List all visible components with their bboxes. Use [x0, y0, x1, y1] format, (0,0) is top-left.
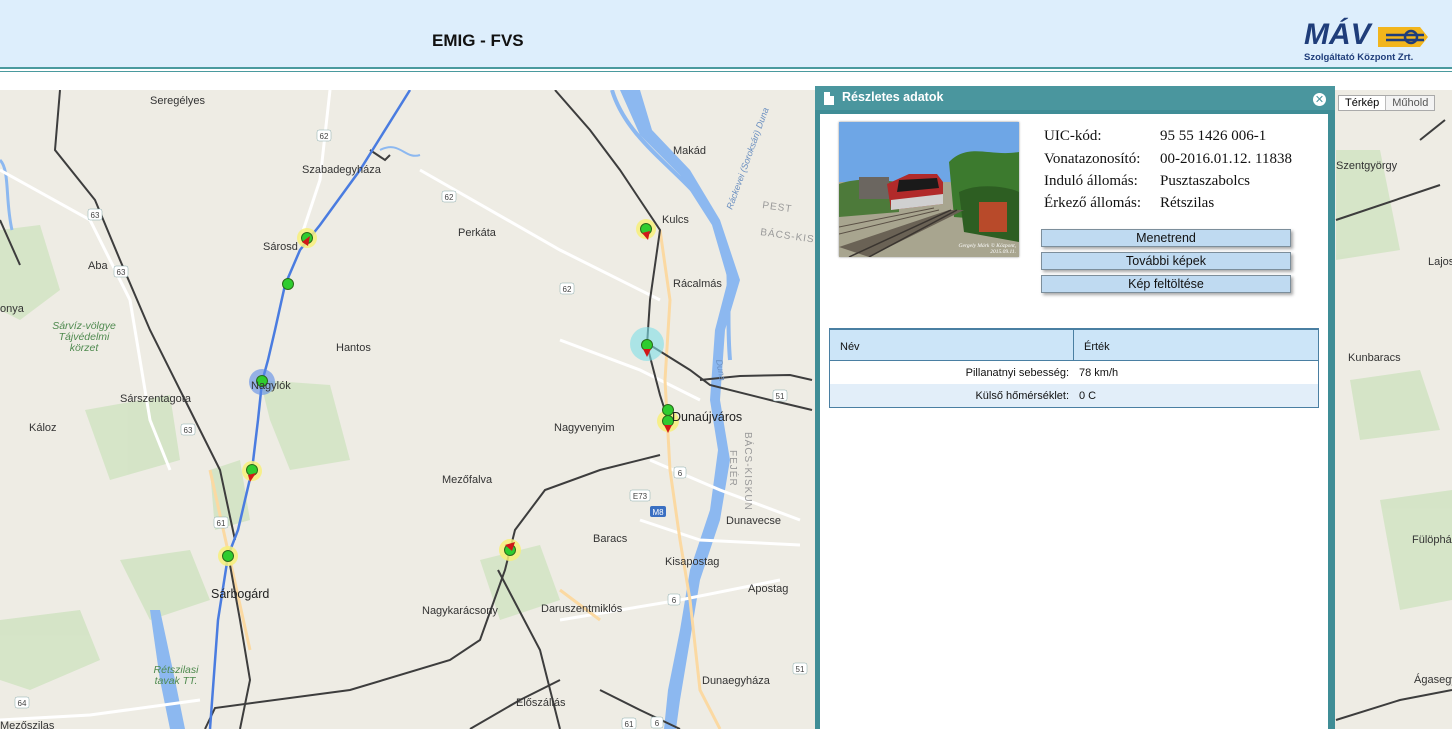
info-departure-label: Induló állomás:: [1044, 173, 1138, 189]
svg-text:M8: M8: [652, 508, 664, 517]
table-header: Név Érték: [830, 330, 1318, 361]
details-panel: Részletes adatok ✕ Gergely Márk © Közpon…: [815, 86, 1335, 729]
row-value: 78 km/h: [1079, 367, 1119, 379]
data-table: Név Érték Pillanatnyi sebesség: 78 km/h …: [829, 328, 1319, 408]
train-photo[interactable]: Gergely Márk © Központ, 2015.09.11.: [839, 122, 1019, 257]
mav-logo: MÁV Szolgáltató Központ Zrt.: [1300, 18, 1440, 64]
place-kaloz: Káloz: [29, 422, 57, 434]
place-szentgyorgy: Szentgyörgy: [1336, 160, 1398, 172]
svg-text:6: 6: [678, 469, 683, 478]
place-kunbaracs: Kunbaracs: [1348, 352, 1401, 364]
logo-text: MÁV: [1304, 18, 1371, 51]
place-daruszentmiklos: Daruszentmiklós: [541, 603, 623, 615]
panel-titlebar[interactable]: Részletes adatok ✕: [815, 86, 1335, 110]
info-arrival-label: Érkező állomás:: [1044, 195, 1142, 211]
place-mezofalva: Mezőfalva: [442, 474, 493, 486]
map-type-map-button[interactable]: Térkép: [1339, 96, 1387, 110]
place-seregelyes: Seregélyes: [150, 95, 206, 107]
place-dunaujvaros: Dunaújváros: [672, 410, 743, 424]
map-type-satellite-button[interactable]: Műhold: [1386, 96, 1435, 110]
info-uic-label: UIC-kód:: [1044, 128, 1102, 144]
close-icon[interactable]: ✕: [1313, 93, 1326, 106]
svg-text:51: 51: [776, 392, 785, 401]
svg-text:6: 6: [672, 596, 677, 605]
column-header-value[interactable]: Érték: [1074, 330, 1120, 360]
place-retszilasi-tavak: Rétszilasi tavak TT.: [153, 664, 199, 687]
svg-text:62: 62: [445, 193, 454, 202]
header-divider-thin: [0, 71, 1452, 72]
place-racalmas: Rácalmás: [673, 278, 722, 290]
place-sarbogard: Sárbogárd: [211, 587, 270, 601]
place-perkata: Perkáta: [458, 227, 496, 239]
photo-caption: Gergely Márk © Központ, 2015.09.11.: [958, 243, 1016, 255]
place-fulophaza: Fülöpháza: [1412, 534, 1452, 546]
row-name: Külső hőmérséklet:: [975, 390, 1069, 402]
place-eloszallas: Előszállás: [516, 697, 566, 709]
svg-text:64: 64: [18, 699, 27, 708]
timetable-button[interactable]: Menetrend: [1041, 229, 1291, 247]
svg-text:E73: E73: [633, 492, 648, 501]
river-label-rackevei: Ráckevei (Soroksári) Duna: [724, 106, 770, 210]
place-agasegyhaza: Ágasegyháza: [1414, 674, 1452, 686]
info-uic-value: 95 55 1426 006-1: [1160, 128, 1267, 144]
svg-text:63: 63: [117, 268, 126, 277]
logo-subtitle: Szolgáltató Központ Zrt.: [1304, 52, 1414, 63]
place-sarosd: Sárosd: [263, 241, 298, 253]
panel-body: Gergely Márk © Központ, 2015.09.11. UIC-…: [820, 114, 1328, 729]
svg-text:61: 61: [217, 519, 226, 528]
place-dunaegyhaza: Dunaegyháza: [702, 675, 770, 687]
place-lajosmizse: Lajosmizse: [1428, 256, 1452, 268]
info-arrival-value: Rétszilas: [1160, 195, 1215, 211]
svg-text:62: 62: [563, 285, 572, 294]
row-name: Pillanatnyi sebesség:: [965, 367, 1069, 379]
document-icon: [824, 92, 834, 105]
place-makad: Makád: [673, 145, 707, 157]
info-train-id-label: Vonatazonosító:: [1044, 151, 1141, 167]
place-aba: Aba: [88, 260, 108, 272]
upload-photo-button[interactable]: Kép feltöltése: [1041, 275, 1291, 293]
train-photo-image: [839, 122, 1019, 257]
svg-text:63: 63: [184, 426, 193, 435]
panel-title: Részletes adatok: [842, 90, 944, 104]
place-nagyvenyim: Nagyvenyim: [554, 422, 615, 434]
table-row: Pillanatnyi sebesség: 78 km/h: [830, 361, 1318, 384]
place-sarviz-volgye: Sárvíz-völgye Tájvédelmi körzet: [52, 320, 116, 354]
svg-text:63: 63: [91, 211, 100, 220]
place-nagykaracsony: Nagykarácsony: [422, 605, 498, 617]
svg-text:61: 61: [625, 720, 634, 729]
place-nagylok: Nagylók: [251, 380, 291, 392]
app-header: EMIG - FVS MÁV Szolgáltató Központ Zrt.: [0, 0, 1452, 68]
county-bacs-kiskun-2: BÁCS-KISKUN: [742, 432, 755, 511]
logo-emblem-icon: [1378, 27, 1428, 47]
svg-text:51: 51: [796, 665, 805, 674]
place-sarszentagota: Sárszentagota: [120, 393, 191, 405]
place-kisapostag: Kisapostag: [665, 556, 720, 568]
column-header-name[interactable]: Név: [830, 330, 1074, 360]
map-type-toggle: Térkép Műhold: [1338, 95, 1436, 111]
place-onya: onya: [0, 303, 24, 315]
more-photos-button[interactable]: További képek: [1041, 252, 1291, 270]
county-fejer: FEJÉR: [727, 450, 740, 487]
county-pest: PEST: [762, 200, 793, 215]
place-baracs: Baracs: [593, 533, 628, 545]
app-title: EMIG - FVS: [432, 31, 524, 50]
table-row: Külső hőmérséklet: 0 C: [830, 384, 1318, 407]
place-dunavecse: Dunavecse: [726, 515, 782, 527]
place-mezoszilas: Mezőszilas: [0, 720, 55, 729]
road-62: 62: [320, 132, 329, 141]
place-apostag: Apostag: [748, 583, 789, 595]
svg-text:6: 6: [655, 719, 660, 728]
place-hantos: Hantos: [336, 342, 371, 354]
info-train-id-value: 00-2016.01.12. 11838: [1160, 151, 1292, 167]
info-departure-value: Pusztaszabolcs: [1160, 173, 1250, 189]
row-value: 0 C: [1079, 390, 1097, 402]
place-szabadegyhaza: Szabadegyháza: [302, 164, 381, 176]
place-kulcs: Kulcs: [662, 214, 689, 226]
header-divider: [0, 67, 1452, 69]
